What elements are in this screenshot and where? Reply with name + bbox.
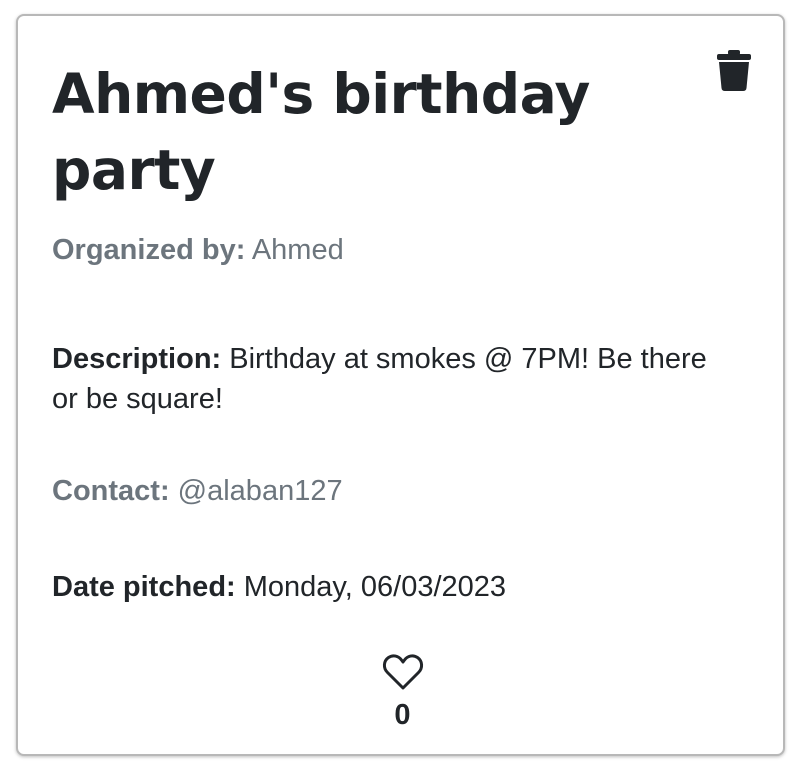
date-label: Date pitched: — [52, 571, 236, 603]
organizer-value: Ahmed — [251, 234, 344, 266]
like-count: 0 — [394, 699, 411, 731]
contact-row: Contact: @alaban127 — [52, 471, 732, 511]
description-label: Description: — [52, 343, 222, 375]
description-row: Description: Birthday at smokes @ 7PM! B… — [52, 339, 732, 419]
organizer-label: Organized by: — [52, 234, 246, 266]
contact-value: @alaban127 — [177, 475, 343, 507]
date-row: Date pitched: Monday, 06/03/2023 — [52, 567, 732, 607]
heart-outline-icon — [382, 654, 423, 690]
event-card: Ahmed's birthday party Organized by: Ahm… — [16, 14, 785, 756]
event-title: Ahmed's birthday party — [52, 62, 590, 202]
delete-button[interactable] — [716, 48, 752, 92]
trash-icon — [717, 50, 751, 91]
organizer-row: Organized by: Ahmed — [52, 230, 732, 270]
date-value: Monday, 06/03/2023 — [243, 571, 507, 603]
like-button[interactable] — [382, 652, 424, 692]
like-section: 0 — [18, 652, 787, 733]
contact-label: Contact: — [52, 475, 170, 507]
